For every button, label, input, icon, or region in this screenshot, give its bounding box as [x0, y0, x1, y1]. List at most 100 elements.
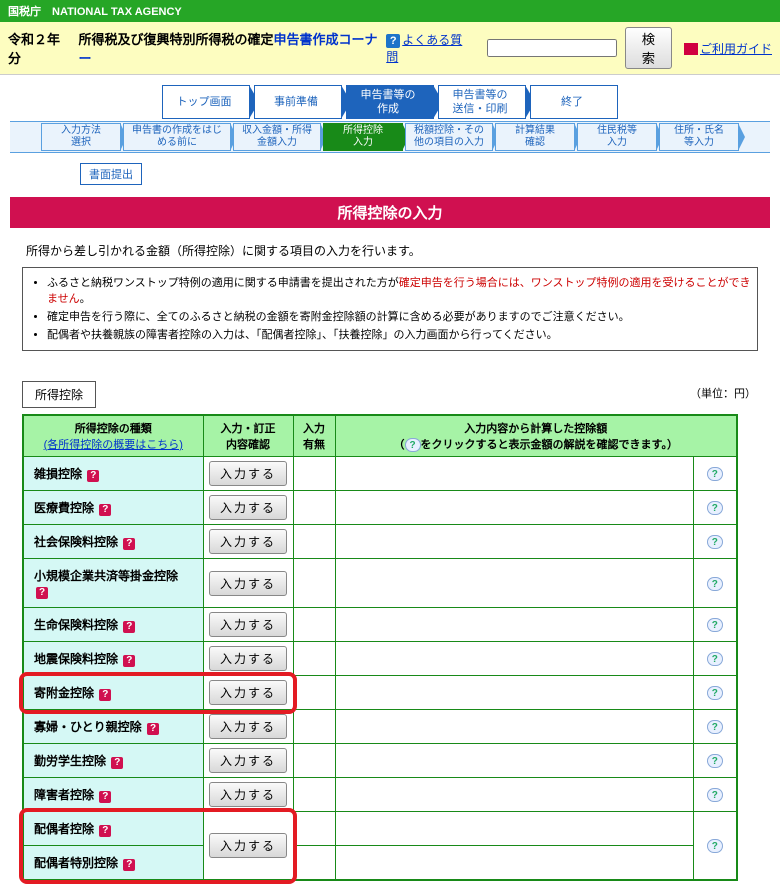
- value-cell: [335, 744, 693, 778]
- help-icon[interactable]: ?: [707, 618, 723, 632]
- table-row: 配偶者特別控除 ?: [23, 846, 737, 881]
- input-button[interactable]: 入力する: [209, 646, 287, 671]
- input-button[interactable]: 入力する: [209, 612, 287, 637]
- search-button[interactable]: 検 索: [625, 27, 672, 69]
- value-cell: [335, 676, 693, 710]
- col-type-label: 所得控除の種類: [28, 420, 199, 436]
- deduction-name: 社会保険料控除 ?: [23, 525, 203, 559]
- question-icon[interactable]: ?: [99, 791, 111, 803]
- question-icon[interactable]: ?: [99, 504, 111, 516]
- flow-step-4[interactable]: 終了: [530, 85, 618, 119]
- deduction-name: 寄附金控除 ?: [23, 676, 203, 710]
- note-item: 確定申告を行う際に、全てのふるさと納税の金額を寄附金控除額の計算に含める必要があ…: [47, 308, 751, 324]
- subflow-step-0[interactable]: 入力方法 選択: [41, 123, 121, 151]
- input-cell: 入力する: [203, 676, 293, 710]
- subflow-step-7[interactable]: 住所・氏名 等入力: [659, 123, 739, 151]
- deduction-name: 生命保険料控除 ?: [23, 608, 203, 642]
- help-cell: ?: [693, 608, 737, 642]
- input-button[interactable]: 入力する: [209, 495, 287, 520]
- input-button[interactable]: 入力する: [209, 529, 287, 554]
- help-cell: ?: [693, 676, 737, 710]
- input-cell: 入力する: [203, 525, 293, 559]
- flag-cell: [293, 778, 335, 812]
- type-overview-link[interactable]: (各所得控除の概要はこちら): [44, 439, 183, 451]
- col-input: 入力・訂正 内容確認: [203, 415, 293, 457]
- deduction-name: 小規模企業共済等掛金控除 ?: [23, 559, 203, 608]
- table-row: 寄附金控除 ?入力する?: [23, 676, 737, 710]
- question-icon[interactable]: ?: [123, 859, 135, 871]
- input-button[interactable]: 入力する: [209, 833, 287, 858]
- notes-box: ふるさと納税ワンストップ特例の適用に関する申請書を提出された方が確定申告を行う場…: [22, 267, 758, 351]
- help-icon[interactable]: ?: [707, 839, 723, 853]
- input-cell: 入力する: [203, 778, 293, 812]
- flag-cell: [293, 457, 335, 491]
- question-icon[interactable]: ?: [99, 689, 111, 701]
- flow-step-3[interactable]: 申告書等の 送信・印刷: [438, 85, 526, 119]
- flow-step-2[interactable]: 申告書等の 作成: [346, 85, 434, 119]
- help-icon[interactable]: ?: [707, 501, 723, 515]
- question-icon[interactable]: ?: [123, 655, 135, 667]
- deduction-name: 障害者控除 ?: [23, 778, 203, 812]
- help-icon[interactable]: ?: [707, 535, 723, 549]
- help-icon[interactable]: ?: [707, 467, 723, 481]
- deduction-name: 配偶者控除 ?: [23, 812, 203, 846]
- input-button[interactable]: 入力する: [209, 748, 287, 773]
- question-icon[interactable]: ?: [111, 757, 123, 769]
- currency-unit: （単位：円）: [690, 385, 756, 401]
- subflow-step-1[interactable]: 申告書の作成をはじ める前に: [123, 123, 231, 151]
- subflow-step-3[interactable]: 所得控除 入力: [323, 123, 403, 151]
- table-row: 勤労学生控除 ?入力する?: [23, 744, 737, 778]
- table-row: 生命保険料控除 ?入力する?: [23, 608, 737, 642]
- flow-step-0[interactable]: トップ画面: [162, 85, 250, 119]
- value-cell: [335, 491, 693, 525]
- subflow-step-6[interactable]: 住民税等 入力: [577, 123, 657, 151]
- help-icon[interactable]: ?: [707, 652, 723, 666]
- faq-link[interactable]: ?よくある質問: [386, 31, 471, 65]
- col-type: 所得控除の種類 (各所得控除の概要はこちら): [23, 415, 203, 457]
- input-cell: 入力する: [203, 559, 293, 608]
- input-button[interactable]: 入力する: [209, 680, 287, 705]
- description: 所得から差し引かれる金額（所得控除）に関する項目の入力を行います。: [10, 238, 770, 267]
- input-button[interactable]: 入力する: [209, 461, 287, 486]
- help-icon[interactable]: ?: [707, 788, 723, 802]
- deduction-name: 雑損控除 ?: [23, 457, 203, 491]
- col-amount-sub: （?をクリックすると表示金額の解説を確認できます。）: [340, 436, 733, 452]
- flow-step-1[interactable]: 事前準備: [254, 85, 342, 119]
- table-row: 社会保険料控除 ?入力する?: [23, 525, 737, 559]
- question-icon[interactable]: ?: [87, 470, 99, 482]
- subflow-step-2[interactable]: 収入金額・所得 金額入力: [233, 123, 321, 151]
- question-icon[interactable]: ?: [123, 621, 135, 633]
- usage-guide-link[interactable]: ご利用ガイド: [684, 40, 772, 57]
- help-icon[interactable]: ?: [707, 720, 723, 734]
- flag-cell: [293, 491, 335, 525]
- deduction-name: 勤労学生控除 ?: [23, 744, 203, 778]
- question-icon[interactable]: ?: [147, 723, 159, 735]
- input-button[interactable]: 入力する: [209, 782, 287, 807]
- flag-cell: [293, 608, 335, 642]
- subflow-step-4[interactable]: 税額控除・その 他の項目の入力: [405, 123, 493, 151]
- guide-text: ご利用ガイド: [700, 42, 772, 56]
- value-cell: [335, 525, 693, 559]
- note-item: 配偶者や扶養親族の障害者控除の入力は、「配偶者控除」、「扶養控除」の入力画面から…: [47, 326, 751, 342]
- subflow-step-5[interactable]: 計算結果 確認: [495, 123, 575, 151]
- col-amount-label: 入力内容から計算した控除額: [340, 420, 733, 436]
- help-icon[interactable]: ?: [707, 577, 723, 591]
- help-cell: ?: [693, 812, 737, 881]
- deduction-name: 医療費控除 ?: [23, 491, 203, 525]
- help-icon[interactable]: ?: [707, 754, 723, 768]
- input-cell: 入力する: [203, 491, 293, 525]
- help-icon[interactable]: ?: [707, 686, 723, 700]
- section-header: 所得控除の入力: [10, 197, 770, 228]
- search-input[interactable]: [487, 39, 617, 57]
- question-icon[interactable]: ?: [123, 538, 135, 550]
- input-button[interactable]: 入力する: [209, 571, 287, 596]
- input-button[interactable]: 入力する: [209, 714, 287, 739]
- deduction-name: 地震保険料控除 ?: [23, 642, 203, 676]
- question-icon[interactable]: ?: [36, 587, 48, 599]
- value-cell: [335, 608, 693, 642]
- input-cell: 入力する: [203, 457, 293, 491]
- question-icon: ?: [386, 34, 400, 48]
- input-cell: 入力する: [203, 744, 293, 778]
- question-icon[interactable]: ?: [99, 825, 111, 837]
- help-cell: ?: [693, 559, 737, 608]
